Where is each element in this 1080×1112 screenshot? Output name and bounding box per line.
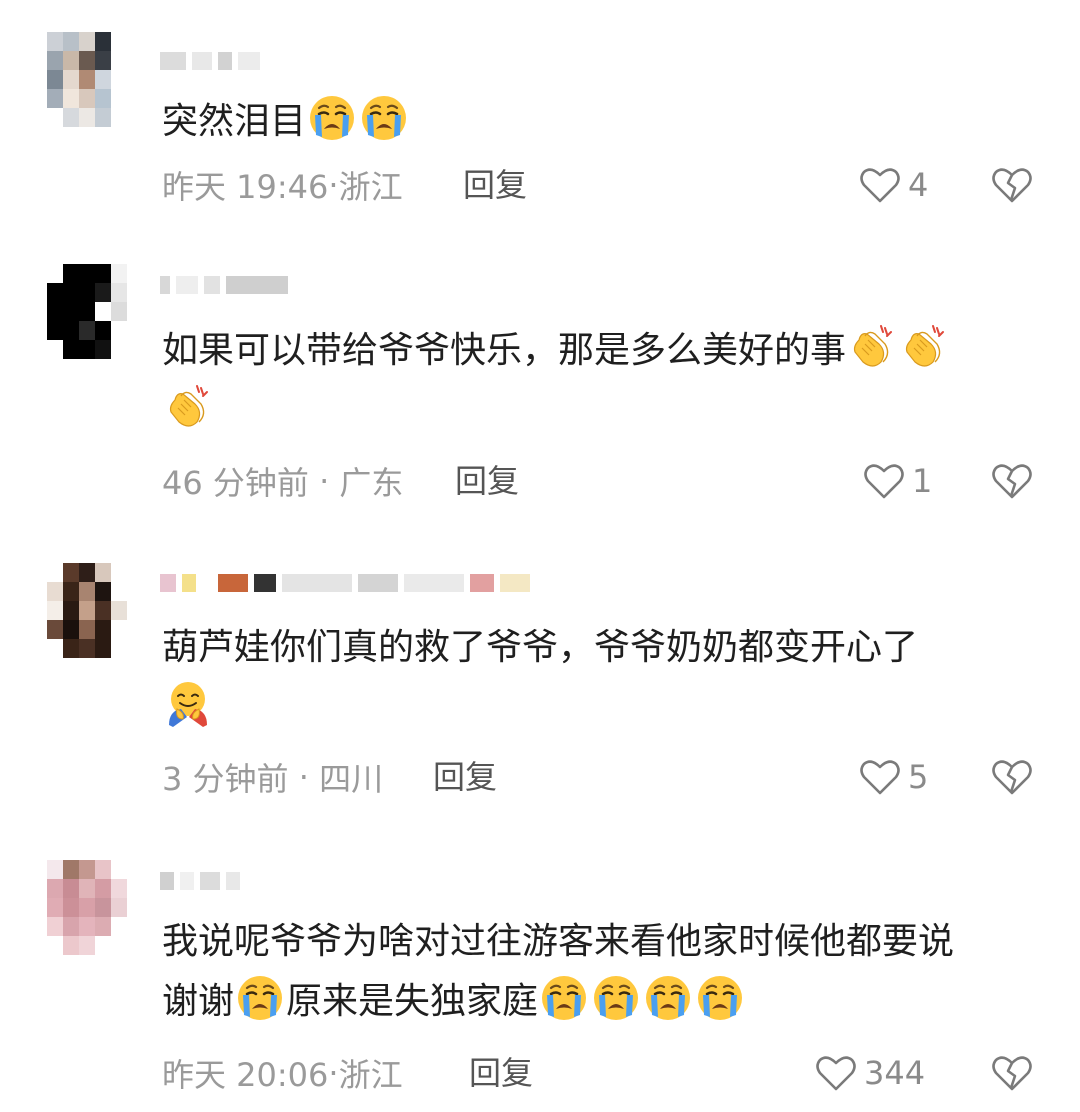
location: 广东 xyxy=(339,464,404,502)
crying-emoji xyxy=(235,973,285,1023)
comment-text: 我说呢爷爷为啥对过往游客来看他家时候他都要说 谢谢 原来是失独家庭 xyxy=(162,921,955,1023)
reply-button[interactable]: 回复 xyxy=(455,461,519,501)
broken-heart-icon[interactable] xyxy=(990,459,1034,503)
crying-emoji xyxy=(591,973,641,1023)
hugging-emoji xyxy=(163,679,213,729)
crying-emoji xyxy=(695,973,745,1023)
username-blurred[interactable] xyxy=(160,570,530,596)
timestamp: 3 分钟前 xyxy=(162,760,289,798)
crying-emoji xyxy=(307,93,357,143)
like-count: 344 xyxy=(864,1054,926,1092)
timestamp: 昨天 20:06 xyxy=(162,1056,329,1094)
comment-text: 突然泪目 xyxy=(162,92,1042,152)
comment-meta: 昨天 20:06 · 浙江 xyxy=(162,1053,403,1094)
username-blurred[interactable] xyxy=(160,48,260,74)
heart-icon xyxy=(814,1051,858,1095)
clapping-emoji xyxy=(899,322,949,372)
like-count: 5 xyxy=(908,758,929,796)
location: 浙江 xyxy=(338,1056,403,1094)
crying-emoji xyxy=(359,93,409,143)
like-button[interactable]: 344 xyxy=(814,1051,925,1095)
comment-text: 葫芦娃你们真的救了爷爷，爷爷奶奶都变开心了 xyxy=(162,618,1042,738)
reply-button[interactable]: 回复 xyxy=(433,757,497,797)
like-button[interactable]: 5 xyxy=(858,755,928,799)
separator-dot: · xyxy=(288,758,320,796)
avatar[interactable] xyxy=(47,264,127,359)
avatar[interactable] xyxy=(47,860,127,955)
like-button[interactable]: 4 xyxy=(858,163,928,207)
username-blurred[interactable] xyxy=(160,868,240,894)
separator-dot: · xyxy=(328,166,339,204)
heart-icon xyxy=(858,755,902,799)
timestamp: 46 分钟前 xyxy=(162,464,309,502)
clapping-emoji xyxy=(847,322,897,372)
like-count: 1 xyxy=(912,462,933,500)
like-button[interactable]: 1 xyxy=(862,459,932,503)
heart-icon xyxy=(862,459,906,503)
comment-meta: 3 分钟前 · 四川 xyxy=(162,757,384,798)
broken-heart-icon[interactable] xyxy=(990,163,1034,207)
comment-meta: 46 分钟前 · 广东 xyxy=(162,461,404,502)
username-blurred[interactable] xyxy=(160,272,288,298)
avatar[interactable] xyxy=(47,563,127,658)
heart-icon xyxy=(858,163,902,207)
comment-meta: 昨天 19:46 · 浙江 xyxy=(162,165,403,206)
crying-emoji xyxy=(643,973,693,1023)
location: 浙江 xyxy=(338,168,403,206)
broken-heart-icon[interactable] xyxy=(990,1051,1034,1095)
crying-emoji xyxy=(539,973,589,1023)
location: 四川 xyxy=(319,760,384,798)
clapping-emoji xyxy=(163,382,213,432)
broken-heart-icon[interactable] xyxy=(990,755,1034,799)
comment-text: 如果可以带给爷爷快乐，那是多么美好的事 xyxy=(162,321,1042,441)
timestamp: 昨天 19:46 xyxy=(162,168,329,206)
separator-dot: · xyxy=(328,1054,339,1092)
reply-button[interactable]: 回复 xyxy=(469,1053,533,1093)
avatar[interactable] xyxy=(47,32,127,127)
separator-dot: · xyxy=(308,462,340,500)
like-count: 4 xyxy=(908,166,929,204)
reply-button[interactable]: 回复 xyxy=(463,165,527,205)
